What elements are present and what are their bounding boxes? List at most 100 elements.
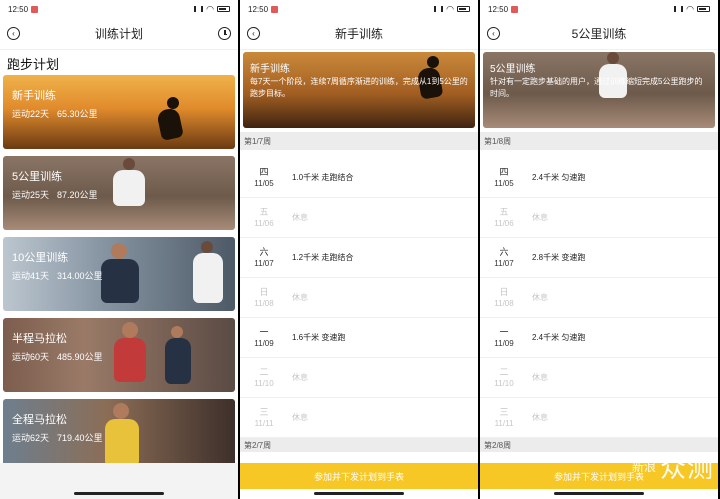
date: 11/08 xyxy=(494,298,514,308)
signal-icon xyxy=(194,6,204,12)
screenshot-composite: 12:50 ◠ ‹ 训练计划 跑步计划 新手训练 运动22天 65.30公里 5… xyxy=(0,0,720,499)
hero-description: 针对有一定跑步基础的用户，通过训练缩短完成5公里跑步的时间。 xyxy=(490,77,703,98)
day-row-rest[interactable]: 日 11/08 休息 xyxy=(480,278,718,318)
weekday: 日 xyxy=(499,286,509,297)
day-row[interactable]: 四 11/05 1.0千米 走跑结合 xyxy=(240,158,478,198)
day-row[interactable]: 四 11/05 2.4千米 匀速跑 xyxy=(480,158,718,198)
watermark-line1: 新浪 xyxy=(631,459,656,474)
weekday: 四 xyxy=(499,166,509,177)
phone-beginner-plan: 12:50 ◠ ‹ 新手训练 新手训练 每7天一个阶段，连续7周循序渐进的训练，… xyxy=(240,0,478,499)
date: 11/11 xyxy=(254,418,274,428)
date: 11/05 xyxy=(494,178,514,188)
task-text: 休息 xyxy=(292,293,308,302)
back-icon[interactable]: ‹ xyxy=(7,27,20,40)
day-row[interactable]: 一 11/09 1.6千米 变速跑 xyxy=(240,318,478,358)
status-time: 12:50 xyxy=(488,4,509,14)
plan-name: 全程马拉松 xyxy=(12,414,67,426)
plan-hero: 5公里训练 针对有一定跑步基础的用户，通过训练缩短完成5公里跑步的时间。 xyxy=(483,52,715,128)
weekday: 三 xyxy=(259,406,269,417)
day-row-rest[interactable]: 三 11/11 休息 xyxy=(240,398,478,438)
day-row-rest[interactable]: 五 11/06 休息 xyxy=(240,198,478,238)
nav-bar: ‹ 5公里训练 xyxy=(480,18,718,50)
day-row-rest[interactable]: 五 11/06 休息 xyxy=(480,198,718,238)
task-text: 休息 xyxy=(292,213,308,222)
day-row-rest[interactable]: 二 11/10 休息 xyxy=(240,358,478,398)
plan-days: 运动41天 xyxy=(12,271,50,281)
day-row-rest[interactable]: 二 11/10 休息 xyxy=(480,358,718,398)
hero-description: 每7天一个阶段，连续7周循序渐进的训练，完成从1到5公里的跑步目标。 xyxy=(250,77,468,98)
plan-card-full-marathon[interactable]: 全程马拉松 运动62天 719.40公里 xyxy=(3,399,235,473)
signal-icon xyxy=(674,6,684,12)
date: 11/06 xyxy=(254,218,274,228)
status-bar: 12:50 ◠ xyxy=(480,0,718,18)
day-row[interactable]: 六 11/07 2.8千米 变速跑 xyxy=(480,238,718,278)
next-week-header: 第2/7周 xyxy=(240,438,478,452)
plan-distance: 485.90公里 xyxy=(57,352,103,362)
status-time: 12:50 xyxy=(248,4,269,14)
weekday: 二 xyxy=(499,366,509,377)
plan-distance: 65.30公里 xyxy=(57,109,98,119)
plan-stats: 运动41天 314.00公里 xyxy=(12,269,103,282)
plan-distance: 87.20公里 xyxy=(57,190,98,200)
date: 11/11 xyxy=(494,418,514,428)
day-row[interactable]: 六 11/07 1.2千米 走跑结合 xyxy=(240,238,478,278)
weekday: 一 xyxy=(499,326,509,337)
date: 11/05 xyxy=(254,178,274,188)
home-indicator xyxy=(74,492,164,495)
battery-icon xyxy=(217,6,230,12)
plan-card-beginner[interactable]: 新手训练 运动22天 65.30公里 xyxy=(3,75,235,149)
status-time: 12:50 xyxy=(8,4,29,14)
task-text: 休息 xyxy=(532,293,548,302)
plan-days: 运动22天 xyxy=(12,109,50,119)
plan-hero: 新手训练 每7天一个阶段，连续7周循序渐进的训练，完成从1到5公里的跑步目标。 xyxy=(243,52,475,128)
task-text: 1.2千米 走跑结合 xyxy=(292,253,354,262)
plan-card-10k[interactable]: 10公里训练 运动41天 314.00公里 xyxy=(3,237,235,311)
join-plan-button[interactable]: 参加并下发计划到手表 xyxy=(240,463,478,489)
phone-training-plans: 12:50 ◠ ‹ 训练计划 跑步计划 新手训练 运动22天 65.30公里 5… xyxy=(0,0,238,499)
day-list: 四 11/05 1.0千米 走跑结合 五 11/06 休息 六 11/07 1.2千米… xyxy=(240,158,478,438)
plan-stats: 运动60天 485.90公里 xyxy=(12,350,103,363)
signal-icon xyxy=(434,6,444,12)
history-clock-icon[interactable] xyxy=(218,27,231,40)
date: 11/10 xyxy=(494,378,514,388)
weekday: 三 xyxy=(499,406,509,417)
plan-distance: 719.40公里 xyxy=(57,433,103,443)
home-indicator xyxy=(314,492,404,495)
task-text: 休息 xyxy=(292,413,308,422)
plan-days: 运动25天 xyxy=(12,190,50,200)
page-title: 训练计划 xyxy=(94,27,143,41)
plan-name: 半程马拉松 xyxy=(12,333,67,345)
notification-icon xyxy=(271,5,279,13)
plan-days: 运动62天 xyxy=(12,433,50,443)
notification-icon xyxy=(31,5,39,13)
task-text: 2.4千米 匀速跑 xyxy=(532,173,586,182)
page-title: 5公里训练 xyxy=(571,27,627,41)
plan-days: 运动60天 xyxy=(12,352,50,362)
weekday: 四 xyxy=(259,166,269,177)
day-row-rest[interactable]: 三 11/11 休息 xyxy=(480,398,718,438)
day-list: 四 11/05 2.4千米 匀速跑 五 11/06 休息 六 11/07 2.8千米 … xyxy=(480,158,718,438)
status-bar: 12:50 ◠ xyxy=(240,0,478,18)
day-row[interactable]: 一 11/09 2.4千米 匀速跑 xyxy=(480,318,718,358)
battery-icon xyxy=(457,6,470,12)
plan-card-5k[interactable]: 5公里训练 运动25天 87.20公里 xyxy=(3,156,235,230)
day-row-rest[interactable]: 日 11/08 休息 xyxy=(240,278,478,318)
task-text: 休息 xyxy=(532,413,548,422)
task-text: 1.6千米 变速跑 xyxy=(292,333,346,342)
plan-name: 5公里训练 xyxy=(12,171,63,183)
task-text: 休息 xyxy=(532,373,548,382)
plan-stats: 运动62天 719.40公里 xyxy=(12,431,103,444)
plan-card-half-marathon[interactable]: 半程马拉松 运动60天 485.90公里 xyxy=(3,318,235,392)
task-text: 休息 xyxy=(532,213,548,222)
notification-icon xyxy=(511,5,519,13)
page-title: 新手训练 xyxy=(334,27,383,41)
date: 11/09 xyxy=(254,338,274,348)
date: 11/10 xyxy=(254,378,274,388)
task-text: 休息 xyxy=(292,373,308,382)
section-title: 跑步计划 xyxy=(7,57,60,72)
weekday: 五 xyxy=(259,206,269,217)
weekday: 六 xyxy=(499,246,509,257)
back-icon[interactable]: ‹ xyxy=(247,27,260,40)
plan-stats: 运动22天 65.30公里 xyxy=(12,107,98,120)
back-icon[interactable]: ‹ xyxy=(487,27,500,40)
